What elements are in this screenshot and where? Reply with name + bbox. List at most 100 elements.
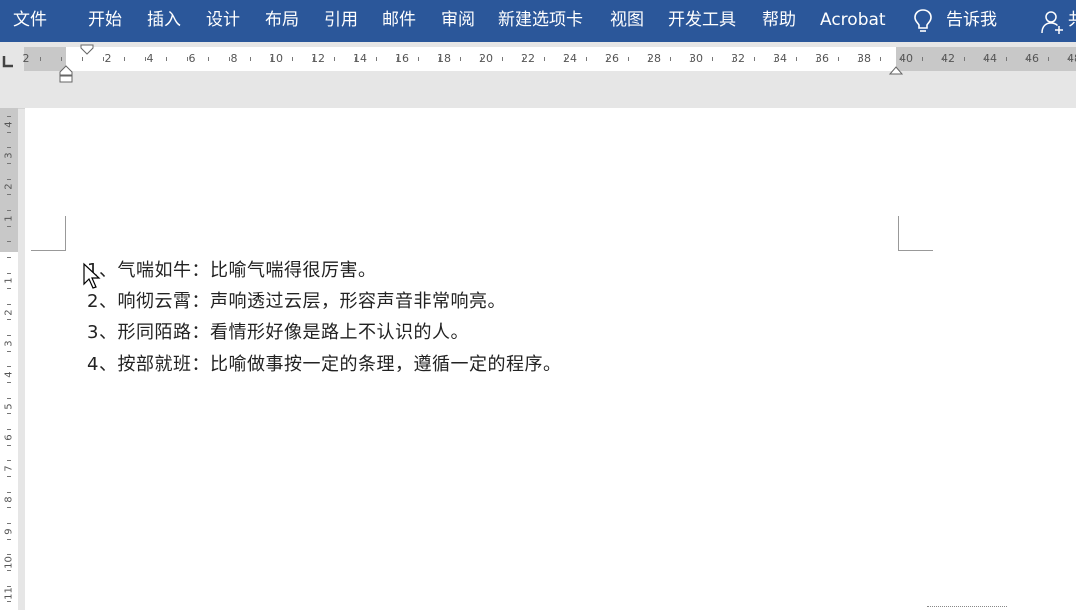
ruler-tick <box>544 57 545 61</box>
vertical-ruler-tick <box>7 522 11 524</box>
crop-mark-top-left-vertical <box>65 216 66 250</box>
vertical-ruler-tick <box>7 538 11 540</box>
vertical-ruler-number: 2 <box>3 183 15 191</box>
ruler-number: 2 <box>104 52 112 65</box>
ruler-tick <box>1069 57 1070 61</box>
ruler-tick <box>502 57 503 61</box>
ruler-tick <box>145 57 146 61</box>
tab-developer[interactable]: 开发工具 <box>668 0 736 42</box>
ruler-tick <box>187 57 188 61</box>
vertical-ruler-tick <box>7 162 11 164</box>
tab-view[interactable]: 视图 <box>610 0 644 42</box>
vertical-ruler-tick <box>7 350 11 352</box>
horizontal-ruler[interactable]: 2 2 4 6 8 10 12 14 16 18 20 22 24 26 28 30 32 34 36 38 40 42 4… <box>22 47 1076 71</box>
ruler-tick <box>607 57 608 61</box>
ruler-tick <box>733 57 734 61</box>
tab-review[interactable]: 审阅 <box>441 0 475 42</box>
tab-help[interactable]: 帮助 <box>762 0 796 42</box>
ruler-tick <box>397 57 398 61</box>
document-page[interactable]: 1、气喘如牛：比喻气喘得很厉害。 2、响彻云霄：声响透过云层，形容声音非常响亮。… <box>25 108 1076 610</box>
ruler-tick <box>985 57 986 61</box>
document-line-4[interactable]: 4、按部就班：比喻做事按一定的条理，遵循一定的程序。 <box>87 350 561 376</box>
left-tab-icon[interactable] <box>0 50 16 72</box>
first-line-indent-marker[interactable] <box>80 44 94 56</box>
vertical-ruler-number: 4 <box>3 121 15 128</box>
page-footer-dotted-line <box>927 606 1007 607</box>
ruler-tick <box>271 57 272 61</box>
vertical-ruler-tick <box>7 554 11 556</box>
ruler-tick <box>250 57 251 61</box>
ruler-tick <box>124 57 125 61</box>
share-button[interactable]: 共 <box>1068 0 1076 42</box>
vertical-ruler-tick <box>7 131 11 133</box>
ruler-tick <box>586 57 587 61</box>
crop-mark-top-right-horizontal <box>898 250 933 251</box>
ruler-tick <box>61 57 62 61</box>
vertical-ruler-tick <box>7 272 11 274</box>
lightbulb-icon[interactable] <box>912 8 934 34</box>
vertical-ruler-number: 5 <box>3 402 15 410</box>
document-line-3[interactable]: 3、形同陌路：看情形好像是路上不认识的人。 <box>87 318 469 344</box>
ruler-number: 6 <box>188 52 196 65</box>
vertical-ruler-tick <box>7 413 11 415</box>
vertical-ruler-tick <box>7 147 11 149</box>
tab-acrobat[interactable]: Acrobat <box>820 0 886 42</box>
document-line-2[interactable]: 2、响彻云霄：声响透过云层，形容声音非常响亮。 <box>87 287 506 313</box>
tab-design[interactable]: 设计 <box>206 0 240 42</box>
vertical-ruler-number: 1 <box>3 215 15 222</box>
ruler-tick <box>292 57 293 61</box>
ruler-tick <box>838 57 839 61</box>
horizontal-ruler-area: 2 2 4 6 8 10 12 14 16 18 20 22 24 26 28 30 32 34 36 38 40 42 4… <box>0 42 1076 109</box>
ruler-number: 8 <box>230 52 238 65</box>
document-line-1[interactable]: 1、气喘如牛：比喻气喘得很厉害。 <box>87 256 376 282</box>
mouse-pointer-icon <box>83 262 101 289</box>
ruler-tick <box>943 57 944 61</box>
ruler-tick <box>439 57 440 61</box>
ruler-tick <box>859 57 860 61</box>
tab-references[interactable]: 引用 <box>324 0 358 42</box>
tab-new-tab[interactable]: 新建选项卡 <box>498 0 583 42</box>
add-person-icon[interactable] <box>1040 9 1066 35</box>
ruler-tick <box>1027 57 1028 61</box>
ruler-tick <box>103 57 104 61</box>
ruler-tick <box>1048 57 1049 61</box>
crop-mark-top-left-horizontal <box>31 250 66 251</box>
vertical-ruler-number: 3 <box>3 152 15 159</box>
ruler-tick <box>40 57 41 61</box>
tab-layout[interactable]: 布局 <box>265 0 299 42</box>
tab-home[interactable]: 开始 <box>88 0 122 42</box>
ruler-tick <box>880 57 881 61</box>
tell-me-button[interactable]: 告诉我 <box>946 0 997 42</box>
vertical-ruler-tick <box>7 116 11 117</box>
vertical-ruler-tick <box>7 491 11 493</box>
vertical-ruler-tick <box>7 366 11 368</box>
ruler-tick <box>628 57 629 61</box>
vertical-ruler[interactable]: 4 3 2 1 1 2 3 4 5 6 7 8 9 10 11 <box>0 108 18 610</box>
ruler-tick <box>523 57 524 61</box>
vertical-ruler-tick <box>7 288 11 290</box>
right-indent-marker[interactable] <box>889 64 903 76</box>
ruler-tick <box>775 57 776 61</box>
ruler-tick <box>313 57 314 61</box>
vertical-ruler-number: 7 <box>3 465 15 472</box>
ruler-tick <box>1006 57 1007 61</box>
tab-file[interactable]: 文件 <box>13 0 47 42</box>
vertical-ruler-tick <box>7 178 11 180</box>
hanging-indent-marker[interactable] <box>59 64 73 84</box>
vertical-ruler-number: 9 <box>3 528 15 535</box>
vertical-ruler-number: 3 <box>3 340 15 347</box>
tab-insert[interactable]: 插入 <box>147 0 181 42</box>
vertical-ruler-tick <box>7 601 11 603</box>
ruler-tick <box>481 57 482 61</box>
vertical-ruler-tick <box>7 241 11 243</box>
vertical-ruler-tick <box>7 444 11 446</box>
ruler-number: 2 <box>22 52 30 65</box>
ruler-tick <box>565 57 566 61</box>
ruler-tick <box>82 57 83 61</box>
tab-mailings[interactable]: 邮件 <box>382 0 416 42</box>
vertical-ruler-tick <box>7 319 11 321</box>
ruler-tick <box>754 57 755 61</box>
vertical-ruler-tick <box>7 382 11 384</box>
ruler-tick <box>796 57 797 61</box>
ruler-tick <box>355 57 356 61</box>
